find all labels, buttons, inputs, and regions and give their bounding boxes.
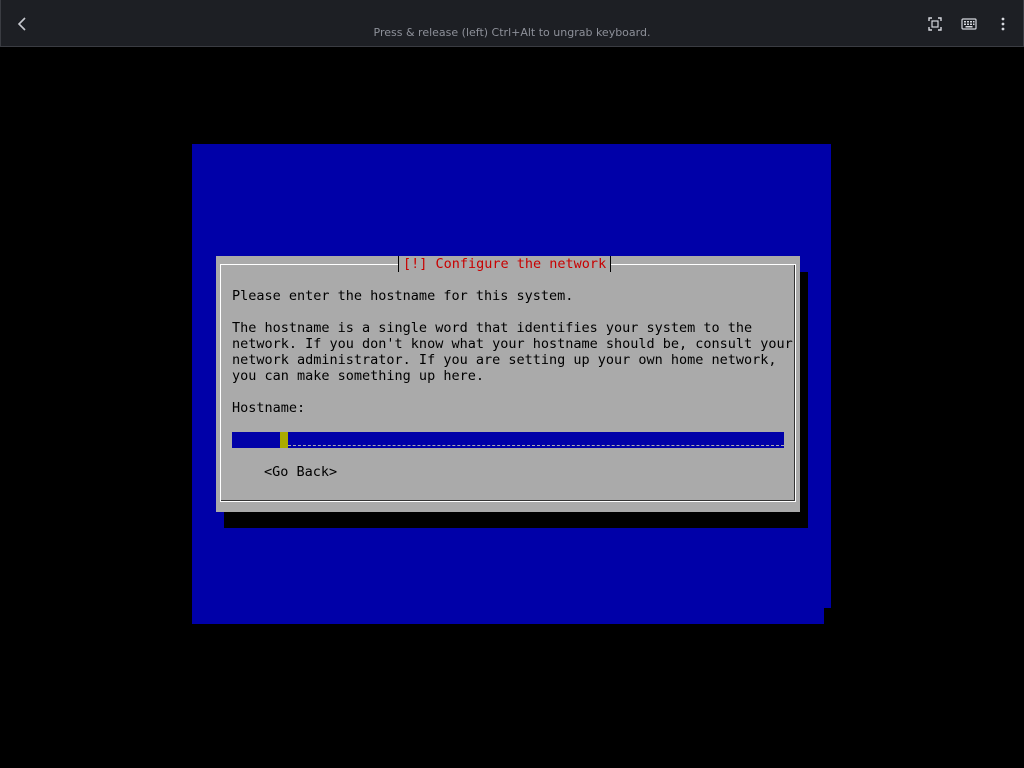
text-cursor (280, 432, 288, 448)
dialog-description-line-3: network administrator. If you are settin… (232, 352, 777, 368)
fullscreen-icon (928, 17, 942, 31)
dialog-description-line-2: network. If you don't know what your hos… (232, 336, 793, 352)
more-vert-icon (1001, 17, 1005, 31)
keyboard-button[interactable] (957, 12, 981, 36)
dialog-title: [!] Configure the network (398, 256, 612, 272)
console-edge (824, 608, 832, 624)
keyboard-grab-hint: Press & release (left) Ctrl+Alt to ungra… (373, 26, 651, 39)
go-back-button[interactable]: <Go Back> (264, 464, 337, 480)
hostname-label: Hostname: (232, 400, 306, 416)
dialog-description-line-4: you can make something up here. (232, 368, 484, 384)
input-underline (288, 445, 784, 446)
vm-toolbar: Press & release (left) Ctrl+Alt to ungra… (0, 0, 1024, 47)
dialog-intro-text: Please enter the hostname for this syste… (232, 288, 574, 304)
more-options-button[interactable] (991, 12, 1015, 36)
keyboard-icon (961, 18, 977, 30)
hostname-input[interactable]: ubuntu (232, 432, 784, 448)
dialog-description-line-1: The hostname is a single word that ident… (232, 320, 753, 336)
fullscreen-button[interactable] (923, 12, 947, 36)
